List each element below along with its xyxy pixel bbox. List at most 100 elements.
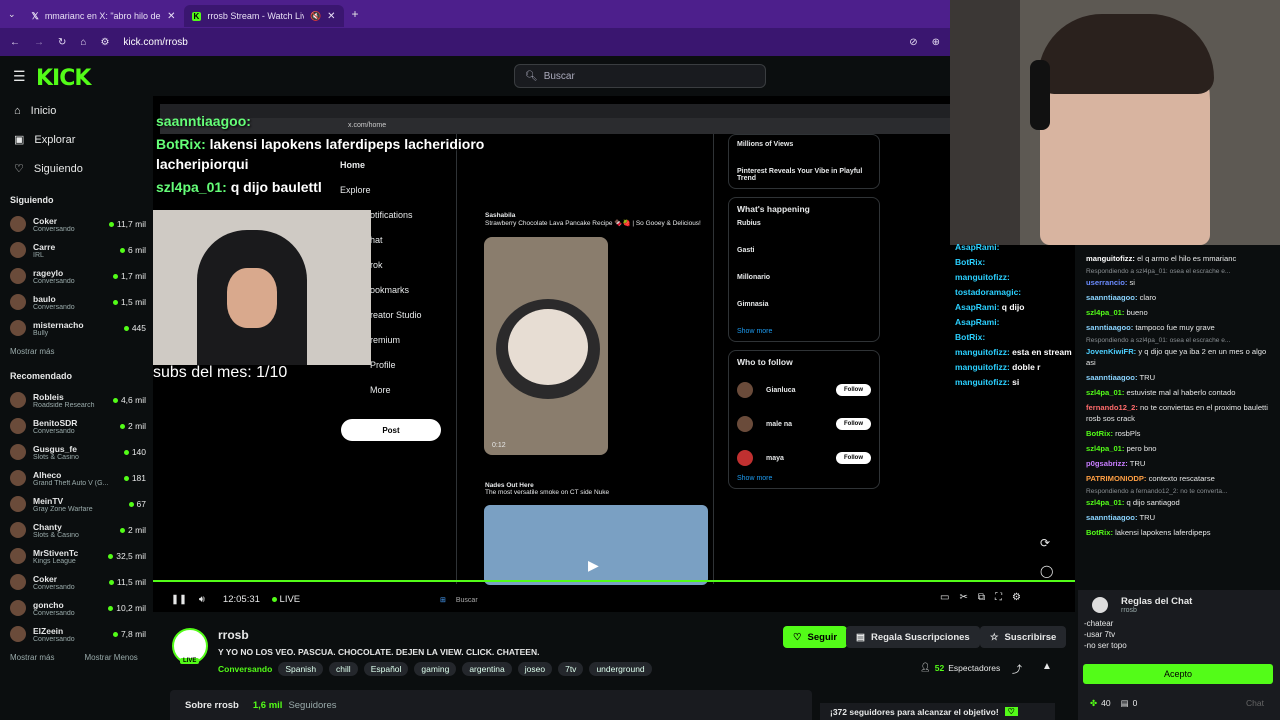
mute-icon[interactable]: 🔇 bbox=[310, 11, 321, 22]
sidebar-channel[interactable]: MeinTV Gray Zone Warfare 67 bbox=[0, 491, 152, 517]
sidebar-channel[interactable]: MrStivenTc Kings League 32,5 mil bbox=[0, 543, 152, 569]
tag[interactable]: joseo bbox=[517, 662, 553, 676]
chat-username[interactable]: saanntiaagoo: bbox=[1086, 373, 1137, 382]
chat-username[interactable]: sanntiaagoo: bbox=[1086, 323, 1133, 332]
sidebar-channel[interactable]: Alheco Grand Theft Auto V (G... 181 bbox=[0, 465, 152, 491]
sidebar-channel[interactable]: ElZeein Conversando 7,8 mil bbox=[0, 621, 152, 647]
forward-icon[interactable]: → bbox=[34, 37, 44, 48]
live-dot-icon bbox=[120, 423, 126, 429]
star-icon: ☆ bbox=[990, 631, 999, 643]
chat-username[interactable]: szl4pa_01: bbox=[1086, 444, 1124, 453]
address-bar: ← → ↻ ⌂ ⚙ kick.com/rrosb ⊘ ⊕ bbox=[0, 28, 950, 56]
gift-icon[interactable]: ▤ bbox=[1121, 698, 1129, 709]
show-less-link[interactable]: Mostrar Menos bbox=[84, 653, 137, 662]
sidebar-channel[interactable]: goncho Conversando 10,2 mil bbox=[0, 595, 152, 621]
chat-username[interactable]: szl4pa_01: bbox=[1086, 308, 1124, 317]
tag[interactable]: 7tv bbox=[558, 662, 584, 676]
back-icon[interactable]: ← bbox=[10, 37, 20, 48]
sidebar-channel[interactable]: Coker Conversando 11,5 mil bbox=[0, 569, 152, 595]
subscribe-button[interactable]: ☆ Suscribirse bbox=[980, 626, 1067, 648]
chat-username[interactable]: szl4pa_01: bbox=[1086, 498, 1124, 507]
points-icon[interactable]: ✤ bbox=[1090, 698, 1097, 709]
sidebar-item-explorar[interactable]: ▣ Explorar bbox=[0, 125, 152, 154]
sidebar-channel[interactable]: Gusgus_fe Slots & Casino 140 bbox=[0, 439, 152, 465]
follow-button: Follow bbox=[836, 384, 871, 396]
close-icon[interactable]: ✕ bbox=[167, 11, 175, 22]
volume-icon[interactable]: 🔊︎ bbox=[199, 594, 205, 605]
show-more-link[interactable]: Mostrar más bbox=[10, 653, 54, 662]
viewer-number: 11,7 mil bbox=[116, 219, 146, 229]
extension-icon[interactable]: ⊘ bbox=[909, 37, 917, 48]
sidebar-channel[interactable]: Coker Conversando 11,7 mil bbox=[0, 211, 152, 237]
menu-icon[interactable]: ☰ bbox=[13, 68, 26, 85]
chat-message: saanntiaagoo: claro bbox=[1078, 290, 1280, 305]
gift-label: Regala Suscripciones bbox=[870, 631, 970, 643]
sidebar-channel[interactable]: Carre IRL 6 mil bbox=[0, 237, 152, 263]
trend-item: Rubius bbox=[737, 220, 871, 247]
site-info-icon[interactable]: ⚙ bbox=[100, 37, 109, 48]
chat-username[interactable]: szl4pa_01: bbox=[1086, 388, 1124, 397]
browser-tab-x[interactable]: 𝕏 mmarianc en X: "abro hilo de m ✕ bbox=[24, 5, 184, 27]
viewer-number: 7,8 mil bbox=[120, 629, 146, 639]
chat-username[interactable]: BotRix: bbox=[1086, 528, 1113, 537]
kick-logo[interactable]: KICK bbox=[36, 66, 91, 91]
reload-icon[interactable]: ↻ bbox=[58, 37, 66, 48]
live-dot-icon bbox=[112, 631, 118, 637]
follow-button[interactable]: ♡ Seguir bbox=[783, 626, 848, 648]
tag[interactable]: argentina bbox=[462, 662, 512, 676]
share-icon[interactable]: ⤴ bbox=[1012, 661, 1022, 676]
pause-icon[interactable]: ❚❚ bbox=[171, 594, 187, 605]
chat-settings-icon[interactable]: ⟳ bbox=[1040, 536, 1050, 550]
tag[interactable]: Español bbox=[363, 662, 409, 676]
sidebar-channel[interactable]: Chanty Slots & Casino 2 mil bbox=[0, 517, 152, 543]
clip-icon[interactable]: ✂ bbox=[959, 592, 967, 603]
report-icon[interactable]: ▲ bbox=[1042, 661, 1052, 672]
chat-username[interactable]: userrancio: bbox=[1086, 278, 1127, 287]
viewer-count: 140 bbox=[123, 447, 146, 457]
channel-info: goncho Conversando bbox=[33, 600, 108, 617]
browser-tab-kick[interactable]: K rrosb Stream - Watch Live o 🔇 ✕ bbox=[183, 5, 344, 27]
settings-icon[interactable]: ⚙ bbox=[1012, 592, 1021, 603]
chat-send-button[interactable]: Chat bbox=[1240, 696, 1270, 710]
chat-username[interactable]: fernando12_2: bbox=[1086, 403, 1138, 412]
tag[interactable]: gaming bbox=[414, 662, 457, 676]
tag[interactable]: chill bbox=[329, 662, 358, 676]
hair-image bbox=[1038, 14, 1214, 94]
sidebar-channel[interactable]: rageylo Conversando 1,7 mil bbox=[0, 263, 152, 289]
chat-username[interactable]: p0gsabrizz: bbox=[1086, 459, 1128, 468]
show-more-label[interactable]: Mostrar más bbox=[10, 347, 54, 356]
gift-subs-button[interactable]: ▤ Regala Suscripciones bbox=[846, 626, 980, 648]
progress-bar[interactable] bbox=[153, 580, 1075, 582]
accept-rules-button[interactable]: Acepto bbox=[1083, 664, 1273, 684]
sidebar-item-siguiendo[interactable]: ♡ Siguiendo bbox=[0, 154, 152, 183]
tag[interactable]: underground bbox=[589, 662, 652, 676]
sidebar-item-inicio[interactable]: ⌂ Inicio bbox=[0, 96, 152, 125]
pancake-video: 0:12 bbox=[484, 237, 608, 455]
show-more-link[interactable]: Mostrar más bbox=[0, 341, 152, 361]
new-tab-icon[interactable]: + bbox=[352, 7, 359, 21]
chat-username[interactable]: saanntiaagoo: bbox=[1086, 513, 1137, 522]
chat-popout-icon[interactable]: ◯ bbox=[1040, 564, 1053, 578]
chat-username[interactable]: manguitofizz: bbox=[1086, 254, 1135, 263]
sidebar-channel[interactable]: baulo Conversando 1,5 mil bbox=[0, 289, 152, 315]
sidebar-channel[interactable]: Robleis Roadside Research 4,6 mil bbox=[0, 387, 152, 413]
chat-username[interactable]: PATRIMONIODP: bbox=[1086, 474, 1146, 483]
sidebar-channel[interactable]: misternacho Bully 445 bbox=[0, 315, 152, 341]
channel-name[interactable]: rrosb bbox=[218, 628, 249, 642]
fullscreen-icon[interactable]: ⛶ bbox=[995, 592, 1002, 603]
home-browser-icon[interactable]: ⌂ bbox=[80, 37, 86, 48]
theatre-icon[interactable]: ▭ bbox=[940, 592, 949, 603]
zoom-icon[interactable]: ⊕ bbox=[932, 37, 940, 48]
category-link[interactable]: Conversando bbox=[218, 664, 272, 674]
tab-list-icon[interactable]: ⌄ bbox=[0, 9, 24, 20]
chat-username[interactable]: saanntiaagoo: bbox=[1086, 293, 1137, 302]
sidebar-channel[interactable]: BenitoSDR Conversando 2 mil bbox=[0, 413, 152, 439]
viewer-number: 67 bbox=[136, 499, 146, 509]
tag[interactable]: Spanish bbox=[278, 662, 324, 676]
close-icon[interactable]: ✕ bbox=[327, 11, 335, 22]
chat-username[interactable]: JovenKiwiFR: bbox=[1086, 347, 1136, 356]
chat-username[interactable]: BotRix: bbox=[1086, 429, 1113, 438]
search-input[interactable]: 🔍︎ Buscar bbox=[514, 64, 766, 88]
url-field[interactable]: kick.com/rrosb bbox=[123, 37, 187, 48]
pip-icon[interactable]: ⧉ bbox=[978, 592, 985, 603]
